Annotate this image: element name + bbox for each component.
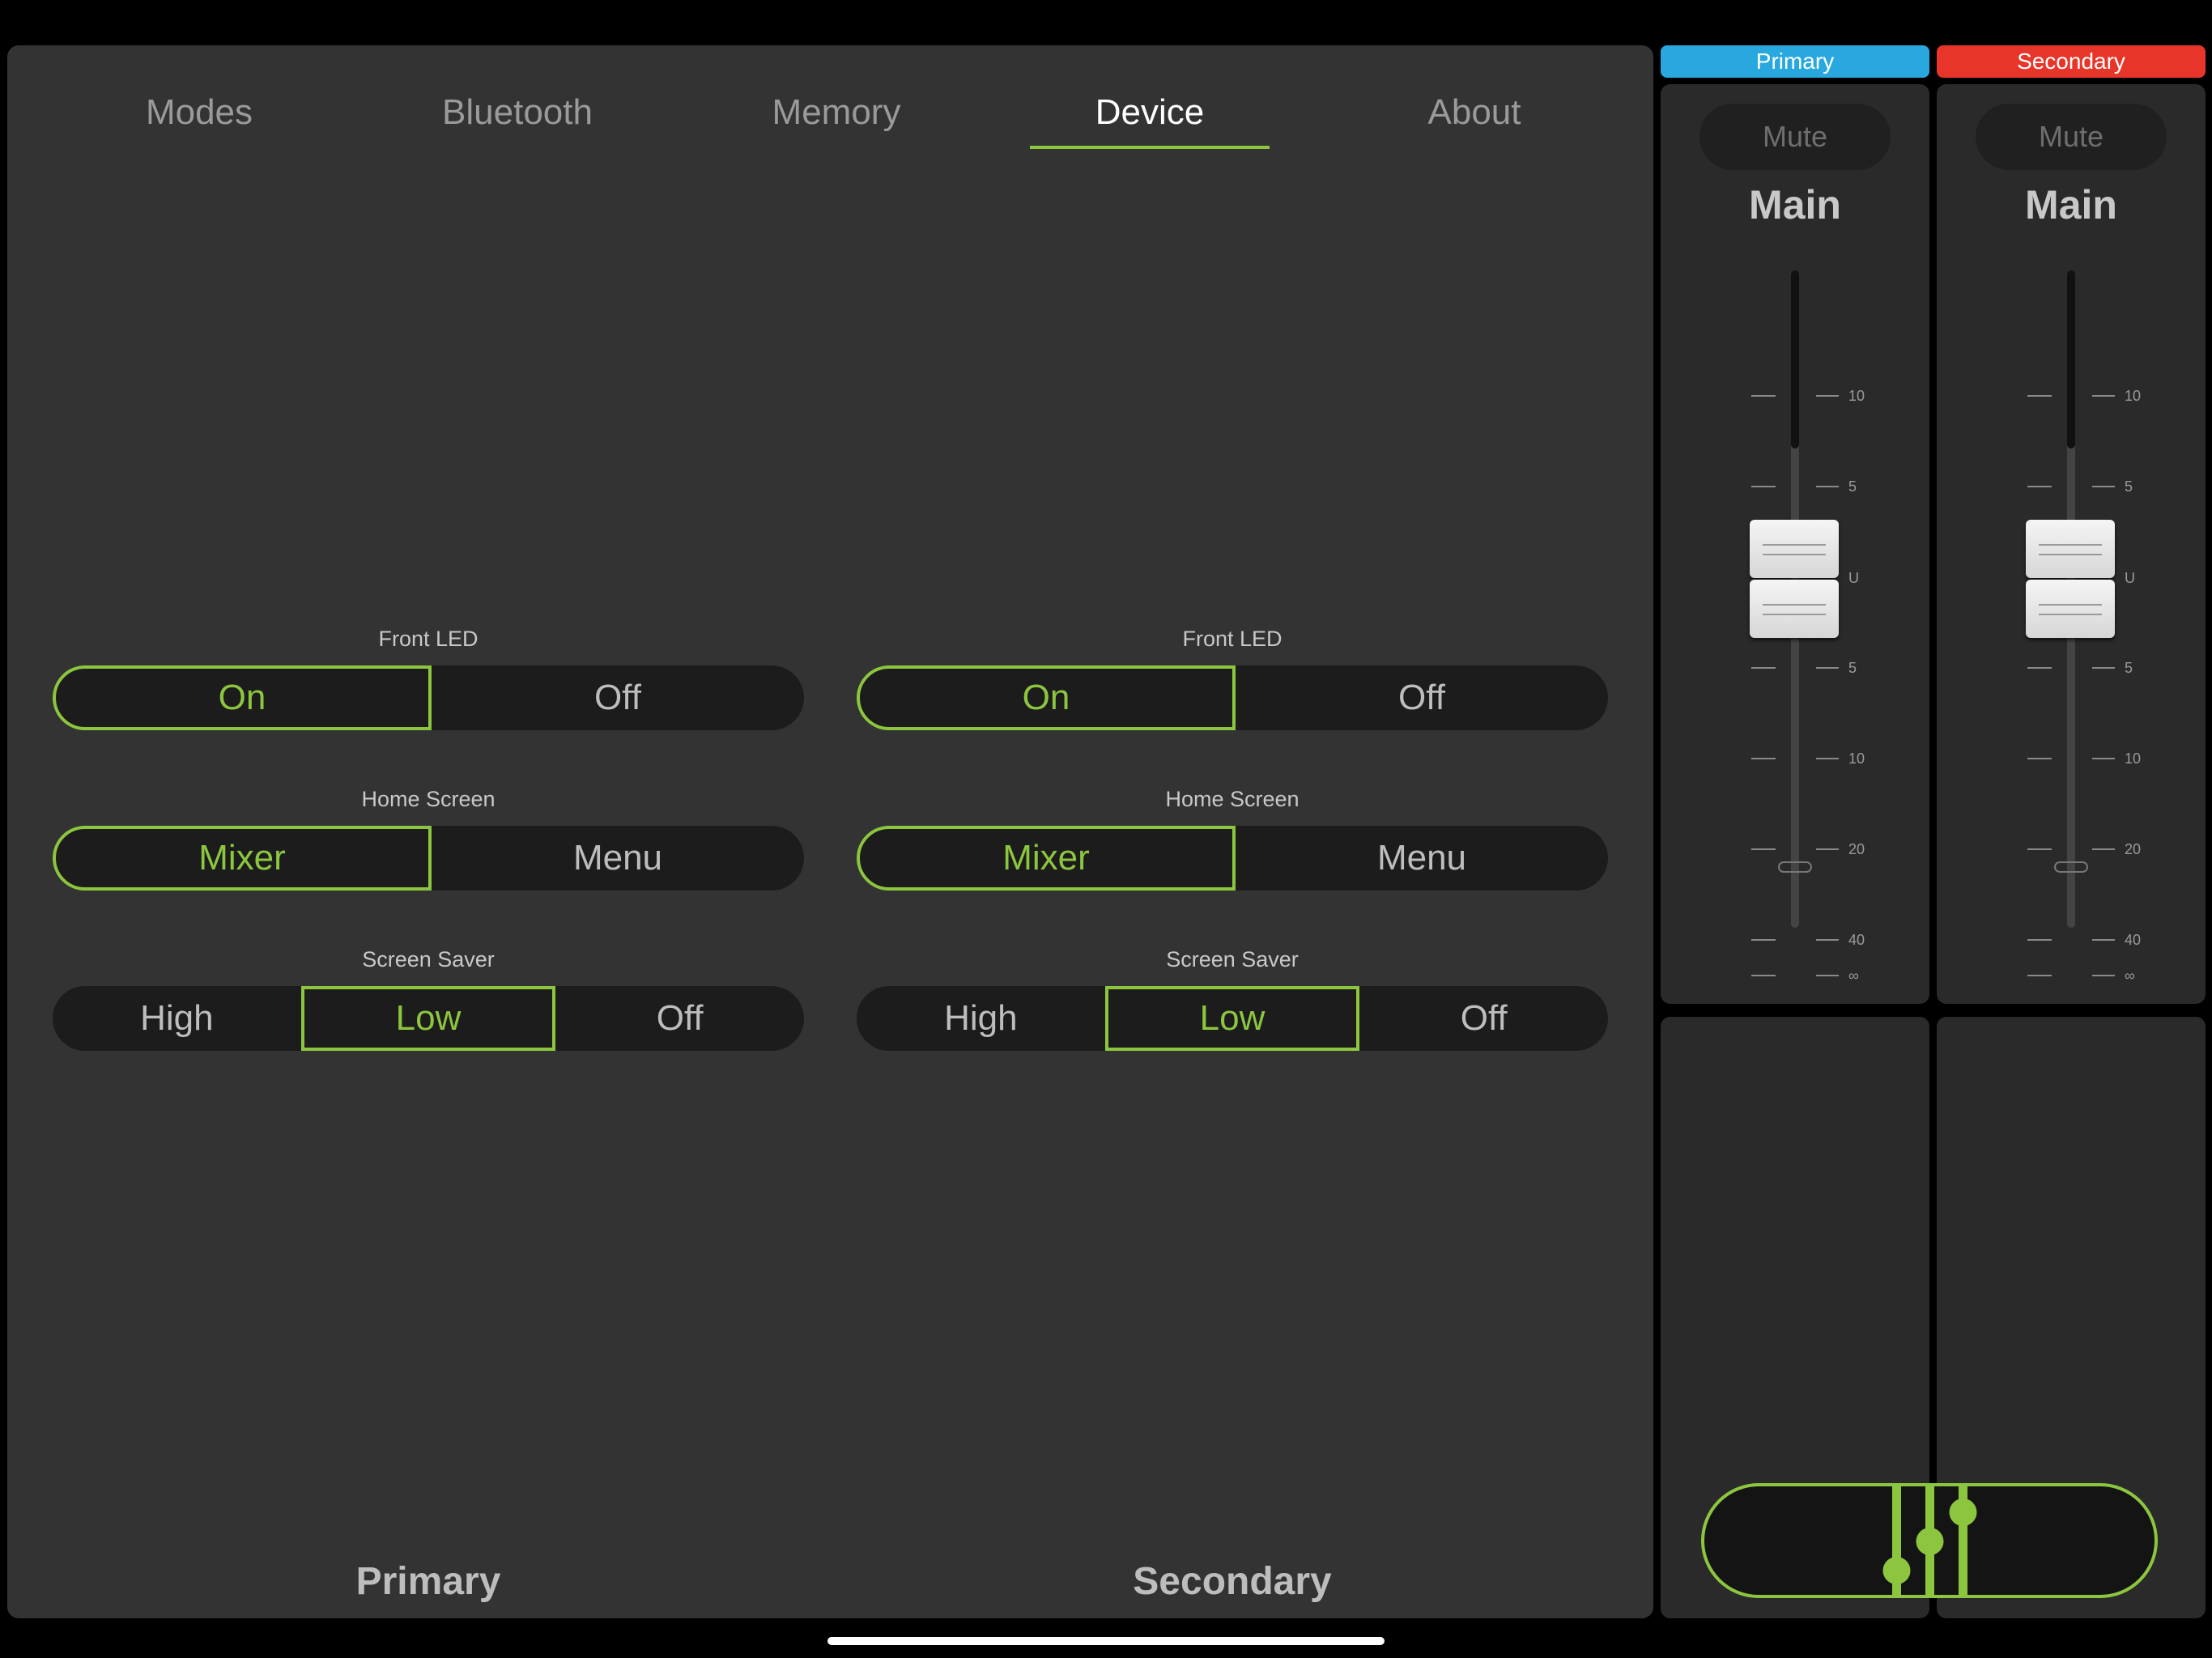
screen-saver-low-option[interactable]: Low (300, 986, 556, 1051)
primary-settings-column: Front LED On Off Home Screen Mixer Menu … (53, 45, 804, 1618)
front-led-segmented-control: On Off (53, 665, 804, 730)
primary-column-title: Primary (355, 1560, 501, 1603)
fader-cap-upper[interactable] (2026, 520, 2115, 578)
fader-cap-upper[interactable] (1750, 520, 1839, 578)
secondary-mute-button[interactable]: Mute (1976, 104, 2167, 170)
scale-label: 5 (2125, 478, 2133, 495)
fader-bottom-handle[interactable] (1778, 861, 1812, 873)
scale-tick (2092, 975, 2115, 976)
screen-saver-segmented-control: High Low Off (53, 986, 804, 1051)
fader-cap-lower[interactable] (2026, 580, 2115, 638)
scale-tick (1751, 975, 1776, 976)
primary-main-fader: 10 5 U 5 10 20 40 ∞ (1661, 270, 1929, 984)
front-led-label: Front LED (1182, 627, 1283, 651)
scale-tick (2027, 395, 2052, 397)
device-settings-panel: Modes Bluetooth Memory Device About Fron… (7, 45, 1653, 1618)
screen-saver-off-option[interactable]: Off (555, 986, 804, 1051)
scale-tick (2092, 939, 2115, 941)
scale-label: 10 (1848, 388, 1865, 404)
scale-tick (1816, 486, 1839, 487)
scale-label: 10 (2125, 388, 2142, 404)
home-screen-mixer-option[interactable]: Mixer (857, 826, 1236, 891)
screen-saver-label: Screen Saver (362, 947, 495, 971)
primary-mute-button[interactable]: Mute (1699, 104, 1891, 170)
screen-saver-label: Screen Saver (1166, 947, 1299, 971)
scale-label: ∞ (1848, 967, 1859, 984)
scale-tick (1751, 395, 1776, 397)
scale-tick (1751, 758, 1776, 759)
scale-tick (2092, 758, 2115, 759)
scale-tick (2027, 848, 2052, 850)
screen-saver-segmented-control: High Low Off (857, 986, 1608, 1051)
secondary-strip-header: Secondary (1937, 45, 2206, 78)
fader-track-top (2067, 270, 2075, 449)
scale-label: 20 (2125, 841, 2142, 857)
scale-tick (1816, 395, 1839, 397)
scale-tick (1816, 939, 1839, 941)
scale-tick (1816, 667, 1839, 669)
fader-bottom-handle[interactable] (2054, 861, 2088, 873)
scale-label: 5 (2125, 660, 2133, 676)
home-screen-label: Home Screen (1165, 787, 1300, 811)
scale-label: U (1848, 570, 1859, 586)
scale-tick (2027, 975, 2052, 976)
primary-channel-strip: Mute Main 10 5 U 5 10 20 40 ∞ (1661, 84, 1929, 1004)
scale-tick (2092, 395, 2115, 397)
scale-label: 10 (1848, 750, 1865, 767)
scale-tick (2092, 667, 2115, 669)
screen-saver-high-option[interactable]: High (857, 986, 1105, 1051)
scale-tick (1751, 667, 1776, 669)
secondary-channel-strip: Mute Main 10 5 U 5 10 20 40 ∞ (1937, 84, 2206, 1004)
scale-tick (1816, 848, 1839, 850)
fader-track-top (1791, 270, 1799, 449)
scale-tick (1751, 939, 1776, 941)
primary-strip-header: Primary (1661, 45, 1929, 78)
front-led-off-option[interactable]: Off (432, 665, 804, 730)
scale-tick (1751, 848, 1776, 850)
scale-label: 10 (2125, 750, 2142, 767)
screen-saver-high-option[interactable]: High (53, 986, 301, 1051)
home-screen-segmented-control: Mixer Menu (53, 826, 804, 891)
scale-label: 5 (1848, 478, 1857, 495)
scale-tick (2027, 758, 2052, 759)
front-led-segmented-control: On Off (857, 665, 1608, 730)
scale-tick (2092, 486, 2115, 487)
fader-cap-lower[interactable] (1750, 580, 1839, 638)
home-screen-segmented-control: Mixer Menu (857, 826, 1608, 891)
secondary-strip-title: Main (2025, 182, 2117, 227)
scale-label: 20 (1848, 841, 1865, 857)
primary-strip-title: Main (1749, 182, 1841, 227)
scale-label: U (2125, 570, 2135, 586)
secondary-column-title: Secondary (1133, 1560, 1332, 1603)
secondary-main-fader: 10 5 U 5 10 20 40 ∞ (1937, 270, 2206, 984)
scale-tick (1816, 975, 1839, 976)
home-screen-label: Home Screen (361, 787, 496, 811)
home-indicator[interactable] (827, 1637, 1385, 1645)
scale-tick (2027, 667, 2052, 669)
home-screen-mixer-option[interactable]: Mixer (53, 826, 432, 891)
scale-label: ∞ (2125, 967, 2135, 984)
screen-saver-off-option[interactable]: Off (1359, 986, 1608, 1051)
screen-saver-low-option[interactable]: Low (1104, 986, 1360, 1051)
scale-tick (1751, 486, 1776, 487)
front-led-on-option[interactable]: On (53, 665, 432, 730)
front-led-off-option[interactable]: Off (1236, 665, 1608, 730)
front-led-on-option[interactable]: On (857, 665, 1236, 730)
scale-label: 5 (1848, 660, 1857, 676)
scale-tick (2027, 486, 2052, 487)
scale-label: 40 (2125, 932, 2142, 948)
mixer-view-button[interactable] (1701, 1483, 2158, 1598)
scale-label: 40 (1848, 932, 1865, 948)
front-led-label: Front LED (378, 627, 479, 651)
home-screen-menu-option[interactable]: Menu (432, 826, 804, 891)
scale-tick (1816, 758, 1839, 759)
mixer-sliders-icon (1882, 1486, 1977, 1595)
secondary-settings-column: Front LED On Off Home Screen Mixer Menu … (857, 45, 1608, 1618)
scale-tick (2027, 939, 2052, 941)
scale-tick (2092, 848, 2115, 850)
home-screen-menu-option[interactable]: Menu (1236, 826, 1608, 891)
